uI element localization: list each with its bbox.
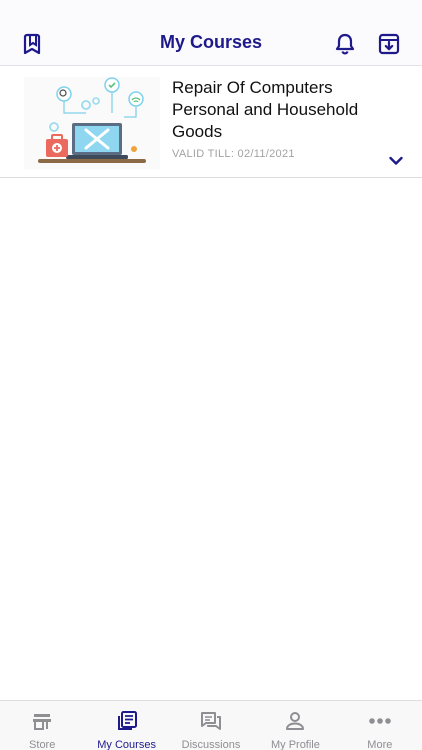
- tab-store[interactable]: Store: [0, 701, 84, 750]
- download-box-icon: [378, 33, 400, 55]
- computer-repair-illustration: [24, 77, 160, 169]
- expand-button[interactable]: [388, 155, 404, 167]
- tab-label: More: [367, 739, 393, 750]
- tab-discussions[interactable]: Discussions: [169, 701, 253, 750]
- tab-more[interactable]: More: [338, 701, 422, 750]
- store-icon: [30, 709, 54, 733]
- discussions-icon: [199, 709, 223, 733]
- tab-label: My Profile: [270, 739, 320, 750]
- tab-my-courses[interactable]: My Courses: [84, 701, 168, 750]
- top-header: My Courses: [0, 22, 422, 66]
- course-title[interactable]: Repair Of Computers Personal and Househo…: [172, 77, 397, 143]
- course-valid-till: VALID TILL: 02/11/2021: [172, 148, 295, 160]
- app-screen: My Courses Repair Of Computers Personal …: [0, 0, 422, 750]
- bell-icon: [335, 33, 355, 55]
- tab-label: Discussions: [181, 739, 241, 750]
- courses-icon: [115, 709, 139, 733]
- course-card[interactable]: Repair Of Computers Personal and Househo…: [0, 67, 422, 178]
- profile-icon: [283, 709, 307, 733]
- more-icon: [368, 709, 392, 733]
- notifications-button[interactable]: [332, 31, 358, 57]
- tab-label: My Courses: [97, 739, 156, 750]
- downloads-button[interactable]: [376, 31, 402, 57]
- tab-my-profile[interactable]: My Profile: [253, 701, 337, 750]
- bottom-tab-bar: Store My Courses Discussions My Profile …: [0, 700, 422, 750]
- page-title: My Courses: [159, 32, 263, 52]
- course-thumbnail: [24, 77, 160, 169]
- status-bar: [0, 0, 422, 22]
- chevron-down-icon: [389, 156, 403, 165]
- tab-label: Store: [29, 739, 56, 750]
